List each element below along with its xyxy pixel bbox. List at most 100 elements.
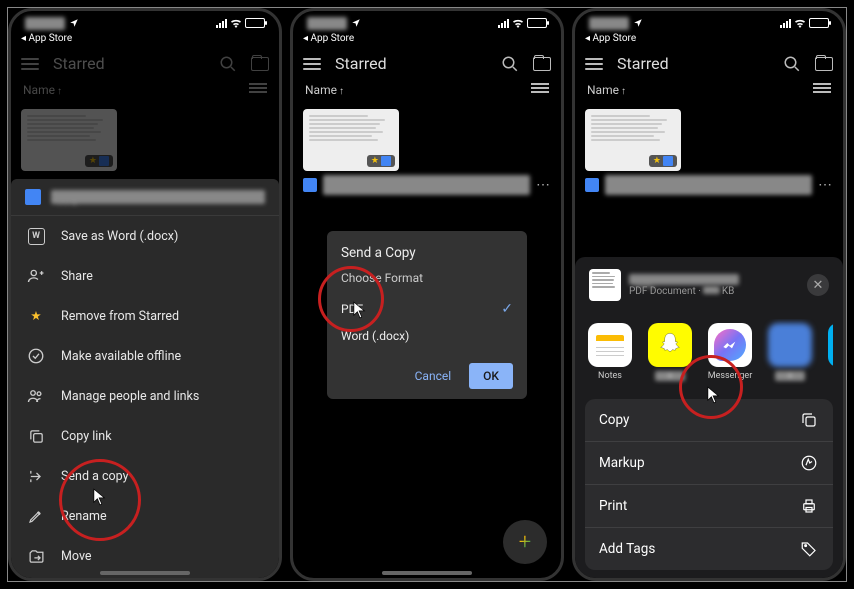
menu-send-copy[interactable]: Send a copy — [11, 456, 279, 496]
status-time: 00:00 — [25, 17, 65, 30]
menu-icon[interactable] — [21, 58, 39, 70]
dialog-subtitle: Choose Format — [341, 271, 513, 285]
back-to-appstore[interactable]: ◂ App Store — [11, 33, 279, 48]
phone-screen-2: 00:00 ◂ App Store Starred Name↑ ★ — [290, 8, 564, 581]
sort-row[interactable]: Name↑ — [575, 79, 843, 101]
share-actions-list: Copy Markup Print — [585, 399, 833, 570]
cancel-button[interactable]: Cancel — [405, 363, 462, 389]
person-plus-icon — [27, 267, 45, 285]
view-toggle-icon[interactable] — [249, 83, 267, 97]
ios-share-sheet: file PDF Document · 00 KB ✕ Notes — [575, 257, 843, 578]
star-icon: ★ — [27, 307, 45, 325]
menu-label: Move — [61, 549, 92, 564]
menu-offline[interactable]: Make available offline — [11, 336, 279, 376]
document-thumbnail[interactable]: ★ — [21, 109, 117, 171]
action-markup[interactable]: Markup — [585, 442, 833, 485]
people-icon — [27, 387, 45, 405]
file-row[interactable]: name ⋯ — [585, 171, 833, 199]
menu-label: Save as Word (.docx) — [61, 229, 178, 244]
document-thumbnail[interactable]: ★ — [585, 109, 681, 171]
folder-icon[interactable] — [251, 55, 269, 73]
app-label: x — [775, 371, 805, 381]
share-file-title: file — [629, 274, 739, 285]
tag-icon — [799, 539, 819, 559]
status-bar: 00:00 — [11, 11, 279, 33]
pencil-icon — [27, 507, 45, 525]
share-apps-row[interactable]: Notes x Messenger — [585, 319, 833, 389]
screenshots-container: 00:00 ◂ App Store Starred — [7, 7, 847, 582]
signal-icon — [780, 18, 791, 28]
app-label: x — [655, 371, 685, 381]
home-indicator — [100, 571, 190, 575]
signal-icon — [216, 18, 227, 28]
page-title: Starred — [617, 54, 769, 73]
notes-icon — [588, 323, 632, 367]
action-print[interactable]: Print — [585, 485, 833, 528]
action-label: Markup — [599, 455, 645, 471]
print-icon — [799, 496, 819, 516]
menu-label: Make available offline — [61, 349, 181, 364]
menu-label: Rename — [61, 509, 107, 524]
menu-label: Manage people and links — [61, 389, 199, 404]
menu-remove-starred[interactable]: ★ Remove from Starred — [11, 296, 279, 336]
skype-icon: S — [828, 323, 833, 367]
file-name-blurred: name — [605, 175, 812, 195]
app-header: Starred — [575, 48, 843, 79]
menu-move[interactable]: Move — [11, 536, 279, 576]
app-icon-blurred — [768, 323, 812, 367]
back-to-appstore[interactable]: ◂ App Store — [575, 33, 843, 48]
menu-save-as-word[interactable]: W Save as Word (.docx) — [11, 216, 279, 256]
search-icon[interactable] — [783, 55, 801, 73]
snapchat-icon — [648, 323, 692, 367]
status-bar: 00:00 — [575, 11, 843, 33]
page-title: Starred — [53, 54, 205, 73]
format-option-word[interactable]: Word (.docx) — [341, 323, 513, 349]
copy-icon — [799, 410, 819, 430]
menu-manage-people[interactable]: Manage people and links — [11, 376, 279, 416]
wifi-icon — [230, 19, 242, 28]
app-label: Messenger — [708, 371, 753, 381]
close-icon: ✕ — [813, 278, 824, 293]
format-label: Word (.docx) — [341, 329, 409, 343]
share-app-skype[interactable]: S Skype — [825, 323, 833, 381]
search-icon[interactable] — [219, 55, 237, 73]
more-icon[interactable]: ⋯ — [818, 177, 833, 193]
action-label: Add Tags — [599, 541, 655, 557]
share-app-notes[interactable]: Notes — [585, 323, 635, 381]
battery-icon — [809, 18, 829, 28]
dialog-title: Send a Copy — [341, 245, 513, 261]
status-time: 00:00 — [589, 17, 629, 30]
menu-icon[interactable] — [585, 58, 603, 70]
file-name-blurred: file — [51, 190, 265, 204]
action-label: Print — [599, 498, 627, 514]
sort-row[interactable]: Name↑ — [11, 79, 279, 101]
menu-rename[interactable]: Rename — [11, 496, 279, 536]
menu-label: Share — [61, 269, 93, 284]
sheet-file-header: file — [11, 179, 279, 216]
file-actions-sheet: file W Save as Word (.docx) Share ★ Remo… — [11, 179, 279, 578]
close-button[interactable]: ✕ — [807, 274, 829, 296]
share-app-snapchat[interactable]: x — [645, 323, 695, 381]
share-app-blurred[interactable]: x — [765, 323, 815, 381]
menu-label: Send a copy — [61, 469, 129, 484]
app-label: Notes — [598, 371, 622, 381]
sort-arrow-icon: ↑ — [57, 86, 62, 97]
location-icon — [633, 18, 643, 28]
send-copy-dialog: Send a Copy Choose Format PDF ✓ Word (.d… — [327, 231, 527, 399]
phone-screen-1: 00:00 ◂ App Store Starred — [8, 8, 282, 581]
wifi-icon — [794, 19, 806, 28]
doc-icon — [25, 189, 41, 205]
menu-share[interactable]: Share — [11, 256, 279, 296]
menu-label: Remove from Starred — [61, 309, 179, 324]
action-add-tags[interactable]: Add Tags — [585, 528, 833, 570]
folder-icon[interactable] — [815, 55, 833, 73]
menu-copy-link[interactable]: Copy link — [11, 416, 279, 456]
view-toggle-icon[interactable] — [813, 83, 831, 97]
ok-button[interactable]: OK — [469, 363, 513, 389]
sort-label: Name — [23, 83, 55, 97]
check-icon: ✓ — [501, 301, 513, 317]
action-copy[interactable]: Copy — [585, 399, 833, 442]
share-app-messenger[interactable]: Messenger — [705, 323, 755, 381]
format-option-pdf[interactable]: PDF ✓ — [341, 295, 513, 323]
offline-icon — [27, 347, 45, 365]
